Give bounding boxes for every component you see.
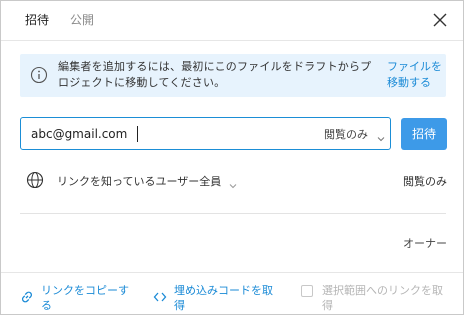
close-icon[interactable] bbox=[430, 10, 450, 30]
link-permission-select[interactable]: 閲覧のみ bbox=[403, 173, 447, 189]
tab-publish[interactable]: 公開 bbox=[70, 12, 94, 28]
selection-link-label: 選択範囲へのリンクを取得 bbox=[322, 284, 443, 312]
banner-message: 編集者を追加するには、最初にこのファイルをドラフトからプロジェクトに移動してくだ… bbox=[58, 60, 372, 89]
globe-icon bbox=[26, 171, 44, 189]
divider bbox=[20, 213, 446, 214]
chevron-down-icon bbox=[229, 179, 237, 189]
link-sharing-label: リンクを知っているユーザー全員 bbox=[57, 175, 222, 188]
text-caret bbox=[137, 126, 138, 142]
info-icon bbox=[30, 66, 48, 84]
chevron-down-icon bbox=[377, 132, 385, 142]
email-input[interactable] bbox=[31, 125, 251, 143]
share-dialog: 招待 公開 編集者を追加するには、最初にこのファイルをドラフトからプロジェクトに… bbox=[0, 0, 464, 315]
link-sharing-select[interactable]: リンクを知っているユーザー全員 bbox=[57, 173, 237, 189]
embed-code-label: 埋め込みコードを取得 bbox=[174, 284, 273, 312]
code-icon bbox=[153, 290, 167, 304]
copy-link-label: リンクをコピーする bbox=[41, 284, 129, 312]
dialog-header: 招待 公開 bbox=[1, 1, 463, 41]
link-icon bbox=[20, 290, 34, 304]
invite-permission-label: 閲覧のみ bbox=[324, 128, 368, 141]
owner-role: オーナー bbox=[403, 237, 447, 250]
invite-permission-select[interactable]: 閲覧のみ bbox=[324, 126, 385, 142]
info-banner: 編集者を追加するには、最初にこのファイルをドラフトからプロジェクトに移動してくだ… bbox=[20, 54, 446, 97]
email-field[interactable]: 閲覧のみ bbox=[20, 117, 391, 150]
invite-button[interactable]: 招待 bbox=[401, 118, 447, 150]
tab-invite[interactable]: 招待 bbox=[25, 12, 49, 28]
footer-divider bbox=[1, 272, 463, 273]
move-file-link[interactable]: ファイルを移動する bbox=[387, 59, 445, 91]
selection-link-checkbox bbox=[301, 285, 313, 297]
